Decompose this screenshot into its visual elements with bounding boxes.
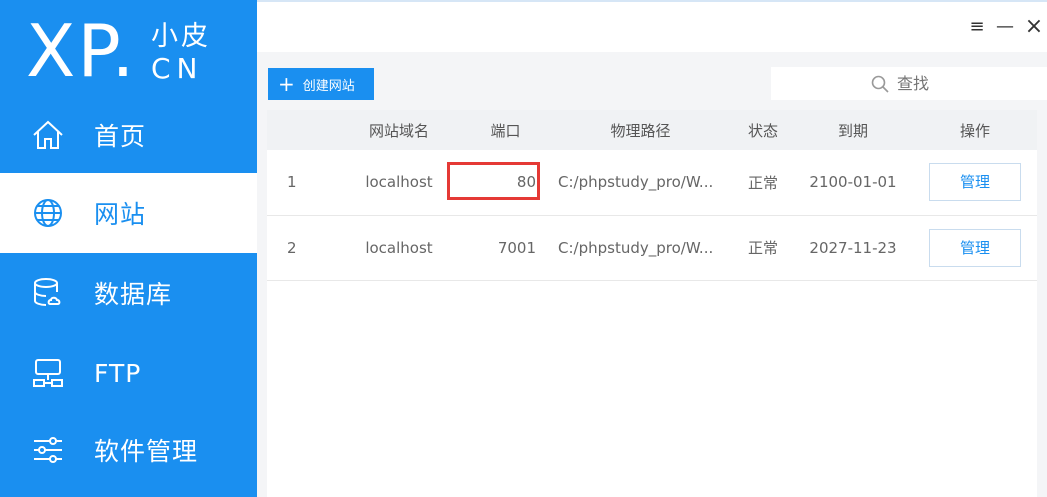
manage-button[interactable]: 管理 <box>929 228 1021 267</box>
logo-main: XP. <box>26 9 137 93</box>
database-icon <box>30 275 66 311</box>
sidebar: XP. 小皮 CN 首页 网站 数据库 FTP 软件管理 <box>0 0 257 497</box>
plus-icon: + <box>278 72 295 96</box>
search-icon <box>871 75 889 93</box>
create-site-label: 创建网站 <box>302 78 355 94</box>
sidebar-item-websites[interactable]: 网站 <box>0 173 257 253</box>
sidebar-item-home[interactable]: 首页 <box>0 95 257 175</box>
title-bar: ≡ — × <box>257 0 1047 52</box>
cell-num: 2 <box>267 215 335 281</box>
sites-panel: 网站域名 端口 物理路径 状态 到期 操作 1 localhost 80 C:/… <box>267 110 1037 497</box>
cell-expire: 2027-11-23 <box>793 215 913 281</box>
cell-action: 管理 <box>913 150 1037 216</box>
logo-domain: CN <box>151 52 204 85</box>
column-header-expire: 到期 <box>793 110 913 150</box>
sidebar-item-label: 网站 <box>94 200 147 229</box>
sidebar-item-label: 数据库 <box>94 280 173 309</box>
cell-port: 80 <box>463 150 548 216</box>
sites-table: 网站域名 端口 物理路径 状态 到期 操作 1 localhost 80 C:/… <box>267 110 1037 281</box>
column-header-action: 操作 <box>913 110 1037 150</box>
column-header-path: 物理路径 <box>548 110 733 150</box>
create-site-button[interactable]: + 创建网站 <box>268 68 374 100</box>
sidebar-item-software[interactable]: 软件管理 <box>0 410 257 490</box>
cell-action: 管理 <box>913 215 1037 281</box>
table-row[interactable]: 1 localhost 80 C:/phpstudy_pro/W... 正常 2… <box>267 150 1037 216</box>
table-header-row: 网站域名 端口 物理路径 状态 到期 操作 <box>267 110 1037 150</box>
column-header-port: 端口 <box>463 110 548 150</box>
sidebar-item-label: FTP <box>94 358 142 388</box>
sidebar-item-database[interactable]: 数据库 <box>0 253 257 333</box>
ftp-icon <box>30 355 66 391</box>
cell-domain: localhost <box>335 215 463 281</box>
sliders-icon <box>30 432 66 468</box>
cell-status: 正常 <box>733 215 793 281</box>
menu-icon[interactable]: ≡ <box>967 16 987 37</box>
logo: XP. 小皮 CN <box>0 0 257 95</box>
sidebar-item-label: 软件管理 <box>94 437 199 466</box>
cell-path: C:/phpstudy_pro/W... <box>548 215 733 281</box>
home-icon <box>30 117 66 153</box>
cell-num: 1 <box>267 150 335 216</box>
search-input[interactable] <box>897 74 947 93</box>
minimize-icon[interactable]: — <box>995 16 1015 37</box>
main-content: + 创建网站 网站域名 端口 物理路径 状态 到期 <box>257 52 1047 497</box>
manage-button[interactable]: 管理 <box>929 163 1021 202</box>
cell-path: C:/phpstudy_pro/W... <box>548 150 733 216</box>
cell-port: 7001 <box>463 215 548 281</box>
sidebar-item-label: 首页 <box>94 122 147 151</box>
cell-domain: localhost <box>335 150 463 216</box>
sidebar-item-ftp[interactable]: FTP <box>0 333 257 413</box>
app-window: XP. 小皮 CN 首页 网站 数据库 FTP 软件管理 ≡ — × + 创建网… <box>0 0 1047 497</box>
close-icon[interactable]: × <box>1024 14 1044 39</box>
cell-expire: 2100-01-01 <box>793 150 913 216</box>
column-header-domain: 网站域名 <box>335 110 463 150</box>
column-header-num <box>267 110 335 150</box>
column-header-status: 状态 <box>733 110 793 150</box>
logo-small: 小皮 <box>151 21 211 52</box>
table-row[interactable]: 2 localhost 7001 C:/phpstudy_pro/W... 正常… <box>267 215 1037 281</box>
globe-icon <box>30 195 66 231</box>
cell-status: 正常 <box>733 150 793 216</box>
search-box[interactable] <box>771 67 1047 100</box>
